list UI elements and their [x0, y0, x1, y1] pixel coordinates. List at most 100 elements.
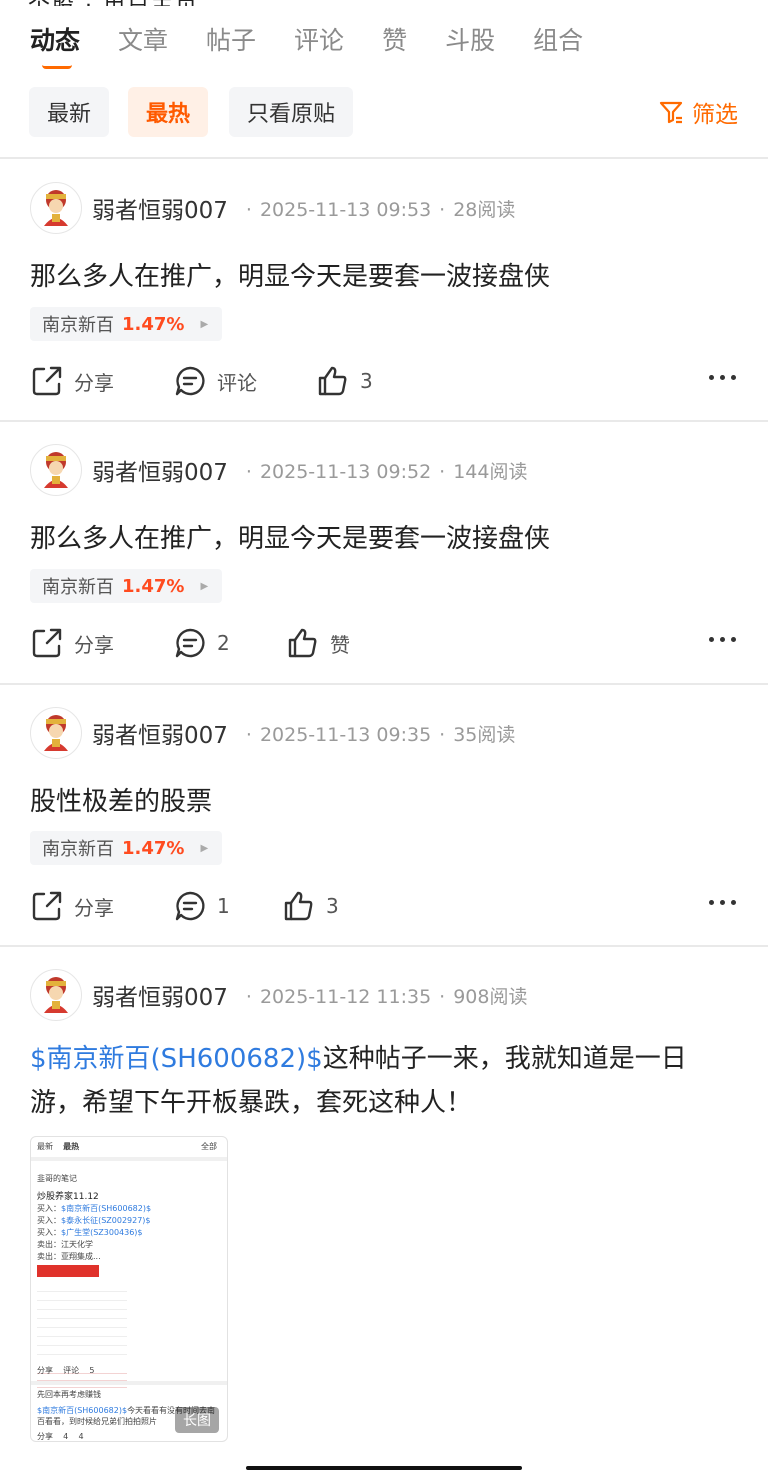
like-button[interactable]: 赞 [286, 623, 350, 663]
share-button[interactable]: 分享 [30, 361, 114, 401]
tab-doushare[interactable]: 斗股 [445, 21, 495, 57]
long-image-badge: 长图 [175, 1407, 219, 1433]
post-meta: · 2025-11-13 09:35 · 35阅读 [245, 723, 516, 746]
thumb-line: 买入： [37, 1204, 61, 1213]
tab-comments[interactable]: 评论 [294, 21, 344, 57]
stock-chip[interactable]: 南京新百 1.47% ▶ [30, 831, 223, 865]
tab-portfolio[interactable]: 组合 [533, 21, 583, 57]
avatar[interactable] [30, 182, 82, 234]
comment-count: 1 [217, 894, 230, 918]
post-text: 那么多人在推广，明显今天是要套一波接盘侠 [30, 262, 551, 292]
more-icon[interactable] [709, 375, 736, 380]
post-time: 2025-11-13 09:53 [259, 198, 432, 221]
post-card[interactable]: 弱者恒弱007 · 2025-11-13 09:52 · 144阅读 那么多人在推广，… [0, 422, 768, 684]
post-card[interactable]: 弱者恒弱007 · 2025-11-13 09:35 · 35阅读 股性极差的股票 南… [0, 685, 768, 947]
thumb-author: 韭哥的笔记 [37, 1174, 77, 1183]
long-image-thumbnail[interactable]: 最新 最热 全部 韭哥的笔记 炒股养家11.12 买入：$南京新百(SH6006… [30, 1136, 228, 1442]
more-icon[interactable] [709, 900, 736, 905]
chip-latest[interactable]: 最新 [29, 87, 110, 137]
username[interactable]: 弱者恒弱007 [92, 978, 228, 1012]
comment-button[interactable]: 1 [173, 886, 230, 926]
like-count: 3 [360, 369, 373, 393]
thumb-divider [31, 1157, 227, 1161]
comment-label: 评论 [217, 370, 257, 395]
stock-name: 南京新百 [42, 577, 114, 598]
home-indicator[interactable] [246, 1466, 522, 1470]
thumb-share: 分享 [37, 1432, 53, 1441]
share-button[interactable]: 分享 [30, 623, 114, 663]
comment-count: 2 [217, 631, 230, 655]
share-button[interactable]: 分享 [30, 886, 114, 926]
like-count: 3 [326, 894, 339, 918]
play-arrow-icon: ▶ [200, 842, 209, 854]
thumb-line: 卖出：江天化学 [37, 1240, 93, 1249]
like-button[interactable]: 3 [282, 886, 339, 926]
username[interactable]: 弱者恒弱007 [92, 453, 228, 487]
thumb-link: $广生堂(SZ300436)$ [61, 1228, 143, 1237]
tab-bar: 动态 文章 帖子 评论 赞 斗股 组合 [0, 14, 768, 69]
post-meta: · 2025-11-13 09:52 · 144阅读 [245, 460, 528, 483]
share-label: 分享 [74, 895, 114, 920]
action-bar: 分享 2 赞 [30, 623, 736, 663]
thumb-link: $南京新百(SH600682)$ [37, 1406, 128, 1415]
post-time: 2025-11-13 09:52 [259, 460, 432, 483]
comment-icon [175, 891, 205, 921]
post-text: 股性极差的股票 [30, 787, 213, 817]
avatar[interactable] [30, 969, 82, 1021]
action-bar: 分享 1 3 [30, 886, 736, 926]
post-meta: · 2025-11-12 11:35 · 908阅读 [245, 985, 528, 1008]
tab-dynamics[interactable]: 动态 [30, 21, 80, 69]
username[interactable]: 弱者恒弱007 [92, 191, 228, 225]
cut-off-header: 个股 · 用户主页 [0, 0, 768, 6]
read-count: 908阅读 [453, 985, 528, 1008]
username[interactable]: 弱者恒弱007 [92, 716, 228, 750]
thumb-share: 分享 [37, 1366, 53, 1375]
comment-button[interactable]: 2 [173, 623, 230, 663]
like-button[interactable]: 3 [316, 361, 373, 401]
thumb-title: 炒股养家11.12 [37, 1192, 99, 1202]
stock-change: 1.47% [122, 575, 185, 597]
tab-posts[interactable]: 帖子 [206, 21, 256, 57]
chip-original-only[interactable]: 只看原贴 [229, 87, 354, 137]
like-label: 赞 [330, 632, 350, 657]
read-count: 35阅读 [453, 723, 516, 746]
filter-button[interactable]: 筛选 [658, 95, 738, 129]
avatar[interactable] [30, 444, 82, 496]
thumb-table [37, 1283, 127, 1363]
thumb-author: 先回本再考虑赚钱 [37, 1390, 101, 1399]
stock-name: 南京新百 [42, 315, 114, 336]
god-of-wealth-avatar-icon [44, 715, 68, 751]
post-card[interactable]: 弱者恒弱007 · 2025-11-13 09:53 · 28阅读 那么多人在推广，明… [0, 160, 768, 422]
stock-link[interactable]: $南京新百(SH600682)$ [30, 1044, 323, 1074]
post-text: $南京新百(SH600682)$这种帖子一来，我就知道是一日游，希望下午开板暴跌… [30, 1037, 732, 1125]
post-time: 2025-11-12 11:35 [259, 985, 432, 1008]
avatar[interactable] [30, 707, 82, 759]
thumb-red-banner [37, 1265, 99, 1277]
thumb-line: 买入： [37, 1216, 61, 1225]
tab-likes[interactable]: 赞 [382, 21, 407, 57]
thumb-tab-active: 最热 [63, 1142, 80, 1151]
post-meta: · 2025-11-13 09:53 · 28阅读 [245, 198, 516, 221]
tab-articles[interactable]: 文章 [118, 21, 168, 57]
comment-icon [175, 366, 205, 396]
stock-chip[interactable]: 南京新百 1.47% ▶ [30, 307, 223, 341]
thumb-actions: 分享 评论 5 [37, 1365, 94, 1376]
god-of-wealth-avatar-icon [44, 190, 68, 226]
stock-chip[interactable]: 南京新百 1.47% ▶ [30, 569, 223, 603]
thumb-comment: 评论 [63, 1366, 80, 1375]
thumb-like: 4 [78, 1432, 84, 1441]
thumb-divider [31, 1381, 227, 1385]
stock-change: 1.47% [122, 837, 185, 859]
play-arrow-icon: ▶ [200, 580, 209, 592]
thumb-comment: 4 [63, 1432, 69, 1441]
play-arrow-icon: ▶ [200, 318, 209, 330]
comment-button[interactable]: 评论 [173, 361, 257, 401]
thumb-line: 买入： [37, 1228, 61, 1237]
post-time: 2025-11-13 09:35 [259, 723, 432, 746]
more-icon[interactable] [709, 637, 736, 642]
thumb-link: $南京新百(SH600682)$ [61, 1204, 152, 1213]
chip-hottest[interactable]: 最热 [128, 87, 209, 137]
share-icon [32, 628, 62, 658]
share-label: 分享 [74, 370, 114, 395]
thumbs-up-icon [284, 891, 313, 921]
